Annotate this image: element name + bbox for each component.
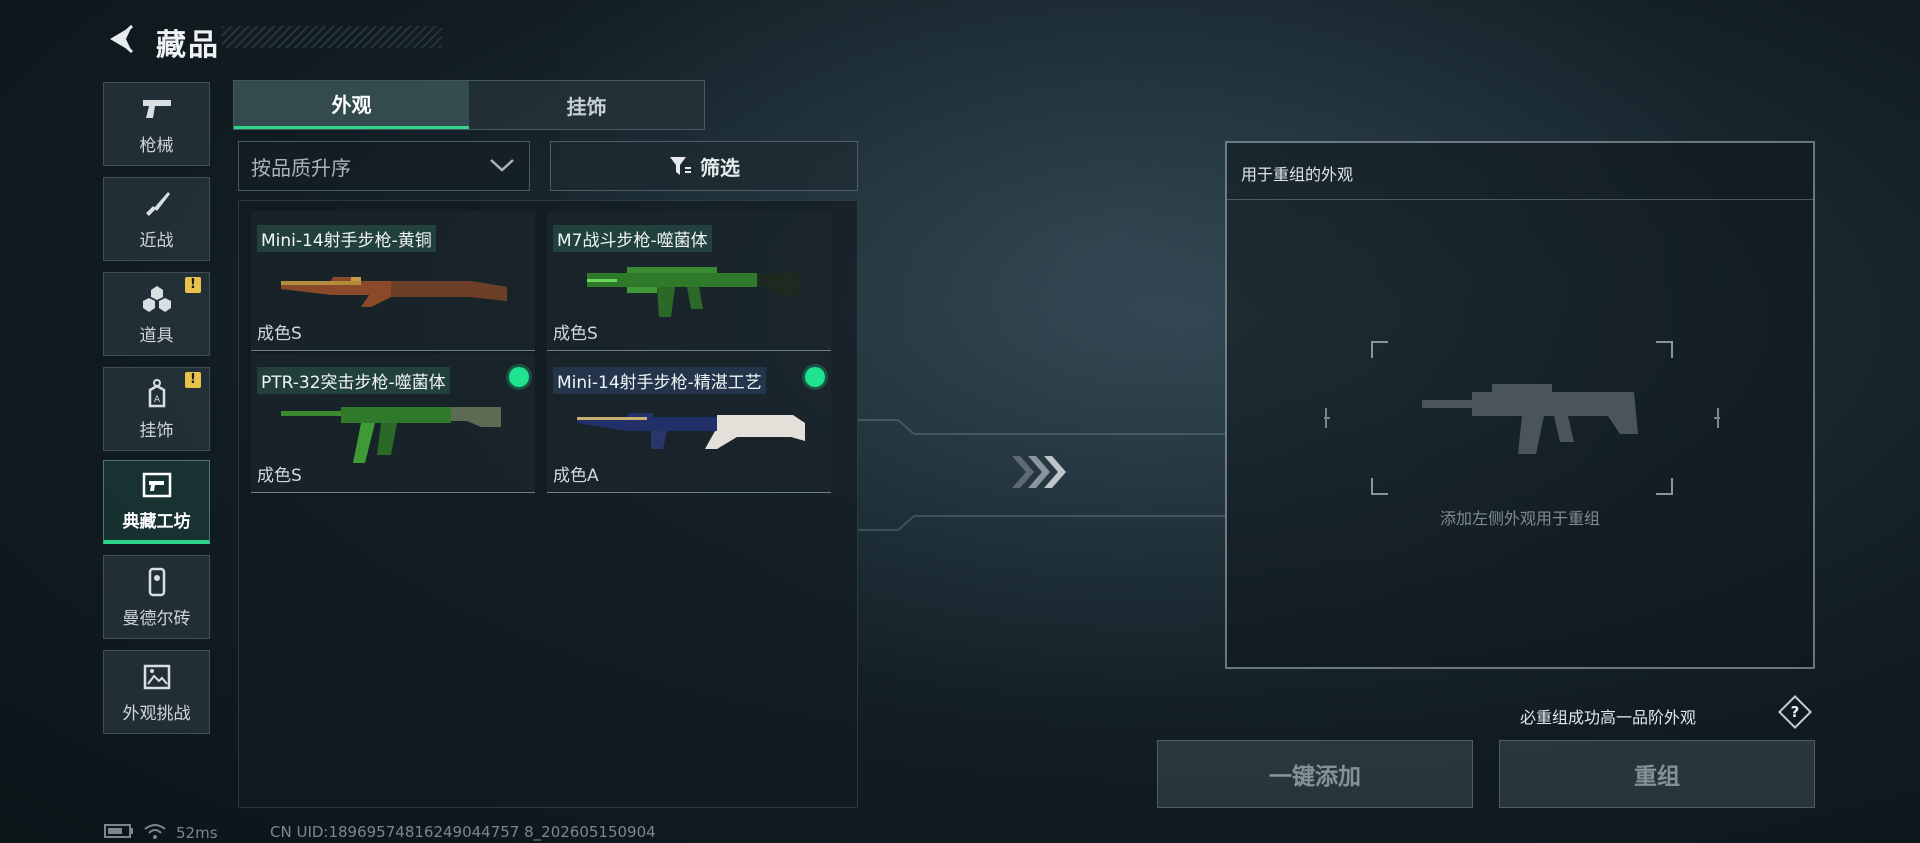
pistol-icon [141, 93, 173, 125]
chevron-right-icon [1010, 452, 1070, 496]
sidebar-item-melee[interactable]: 近战 [103, 177, 210, 261]
ping-value: 52ms [176, 824, 218, 842]
chevron-down-icon [489, 154, 515, 178]
filter-label: 筛选 [700, 155, 740, 180]
skin-name: Mini-14射手步枪-精湛工艺 [553, 367, 766, 394]
grenade-cluster-icon [141, 283, 173, 315]
rifle-image [281, 407, 501, 463]
sidebar-item-label: 典藏工坊 [122, 512, 191, 532]
workshop-frame-icon [141, 469, 173, 501]
sidebar-item-label: 道具 [139, 325, 174, 346]
guarantee-text: 必重组成功高一品阶外观 [1520, 708, 1697, 727]
charm-tag-icon: A [141, 378, 173, 410]
category-tabs: 外观 挂饰 [233, 80, 705, 130]
filter-icon [668, 155, 692, 177]
skin-card[interactable]: Mini-14射手步枪-黄铜 成色S [251, 211, 535, 351]
sidebar-item-label: 外观挑战 [122, 703, 191, 724]
status-dot [805, 367, 825, 387]
reassemble-button[interactable]: 重组 [1499, 740, 1815, 808]
uid-text: CN UID:18969574816249044757 8_2026051509… [270, 823, 656, 841]
empty-slot-hint: 添加左侧外观用于重组 [1439, 509, 1600, 528]
tab-charms[interactable]: 挂饰 [469, 81, 704, 129]
wifi-icon [144, 823, 166, 843]
skin-name: Mini-14射手步枪-黄铜 [257, 225, 436, 252]
battery-icon [104, 824, 134, 842]
tab-appearance[interactable]: 外观 [234, 81, 469, 129]
sort-value: 按品质升序 [251, 155, 351, 180]
reassemble-panel: 用于重组的外观 [1225, 141, 1815, 669]
sidebar-item-mandel-brick[interactable]: 曼德尔砖 [103, 555, 210, 639]
rifle-image [281, 277, 507, 307]
challenge-image-icon [141, 661, 173, 693]
sidebar-item-label: 近战 [139, 230, 174, 251]
filter-button[interactable]: 筛选 [550, 141, 858, 191]
rifle-placeholder-icon [1422, 384, 1638, 454]
title-decoration [222, 26, 442, 48]
sidebar-item-label: 曼德尔砖 [122, 608, 191, 629]
skin-condition: 成色S [257, 466, 302, 486]
skin-grid: Mini-14射手步枪-黄铜 成色S M7战斗步枪-噬菌体 成色S PTR-32… [238, 200, 858, 808]
brick-icon [141, 566, 173, 598]
rifle-image [577, 413, 805, 449]
warning-badge: ! [185, 277, 201, 293]
skin-card[interactable]: Mini-14射手步枪-精湛工艺 成色A [547, 353, 831, 493]
sidebar-item-items[interactable]: ! 道具 [103, 272, 210, 356]
skin-condition: 成色S [553, 324, 598, 344]
page-title: 藏品 [156, 28, 220, 63]
skin-condition: 成色S [257, 324, 302, 344]
skin-card[interactable]: PTR-32突击步枪-噬菌体 成色S [251, 353, 535, 493]
skin-card[interactable]: M7战斗步枪-噬菌体 成色S [547, 211, 831, 351]
rifle-image [587, 267, 799, 317]
sidebar-item-label: 枪械 [139, 135, 174, 156]
sidebar-item-workshop[interactable]: 典藏工坊 [103, 460, 210, 544]
add-all-button[interactable]: 一键添加 [1157, 740, 1473, 808]
sidebar-item-charms[interactable]: ! A 挂饰 [103, 367, 210, 451]
empty-slot[interactable] [1322, 338, 1722, 498]
skin-condition: 成色A [553, 466, 599, 486]
panel-title: 用于重组的外观 [1241, 165, 1354, 184]
skin-name: PTR-32突击步枪-噬菌体 [257, 367, 450, 394]
warning-badge: ! [185, 372, 201, 388]
panel-divider [1227, 199, 1813, 200]
sidebar-item-guns[interactable]: 枪械 [103, 82, 210, 166]
status-dot [509, 367, 529, 387]
sidebar-item-challenges[interactable]: 外观挑战 [103, 650, 210, 734]
network-status: 52ms [104, 823, 218, 843]
skin-name: M7战斗步枪-噬菌体 [553, 225, 712, 252]
back-arrow-icon[interactable] [104, 22, 138, 56]
svg-text:A: A [153, 395, 160, 405]
sort-dropdown[interactable]: 按品质升序 [238, 141, 530, 191]
sidebar-item-label: 挂饰 [139, 420, 174, 441]
knife-icon [141, 188, 173, 220]
